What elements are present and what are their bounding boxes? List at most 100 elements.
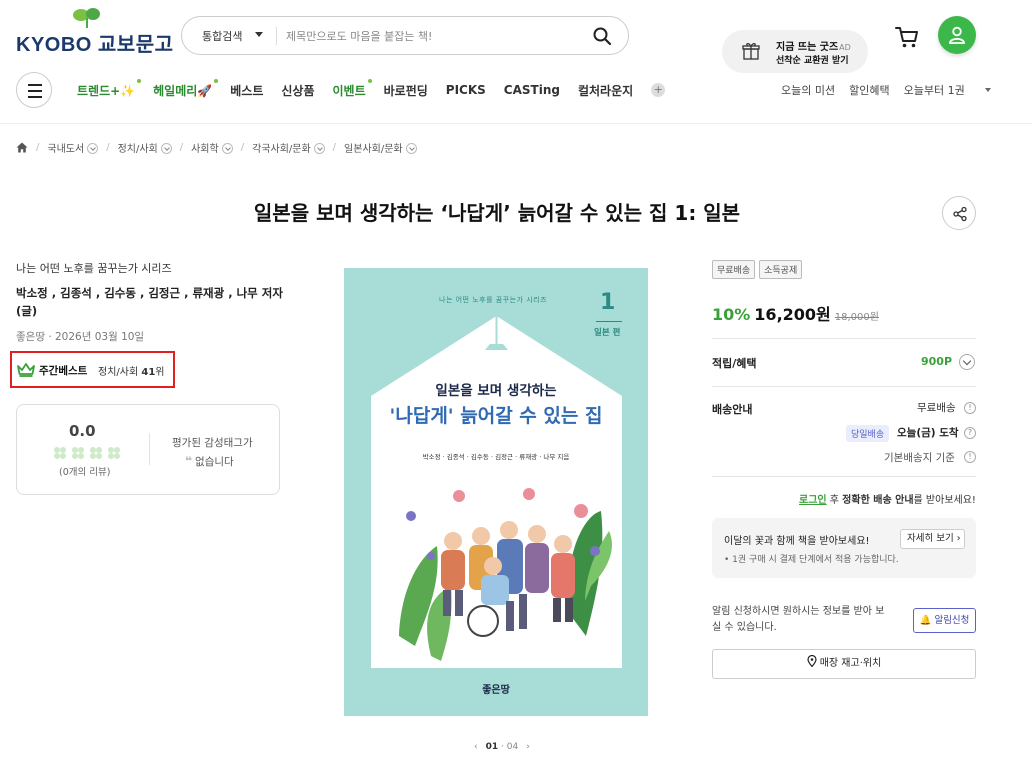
main-nav: 트렌드+✨ 헤일메리🚀 베스트 신상품 이벤트 바로펀딩 PICKS CASTing 컬처라운지… <box>77 78 666 99</box>
emotion-tag-empty: ❝ 없습니다 <box>185 454 234 468</box>
breadcrumb-item[interactable]: 사회학 <box>191 140 233 155</box>
breadcrumb-item[interactable]: 각국사회/문화 <box>252 140 325 155</box>
help-icon[interactable]: ? <box>964 427 976 439</box>
shipping-label: 배송안내 <box>712 403 753 416</box>
author-list[interactable]: 박소정 , 김종석 , 김수동 , 김정근 , 류재광 , 나무 저자(글) <box>16 284 286 320</box>
base-address[interactable]: 기본배송지 기준 <box>884 450 955 465</box>
search-bar: 통합검색 <box>181 16 629 55</box>
clover-icon <box>90 447 102 459</box>
badge-tax-deduction: 소득공제 <box>759 260 803 279</box>
clover-icon <box>108 447 120 459</box>
menu-button[interactable] <box>16 72 52 108</box>
emotion-tag-text: 평가된 감성태그가 <box>172 437 253 449</box>
product-title: 일본을 보며 생각하는 ‘나답게’ 늙어갈 수 있는 집 1: 일본 <box>253 201 741 225</box>
flower-promo-box: 이달의 꽃과 함께 책을 받아보세요! • 1권 구매 시 결제 단계에서 적용… <box>712 518 976 578</box>
goods-promo-banner[interactable]: 지금 뜨는 굿즈AD 선착순 교환권 받기 <box>722 30 868 73</box>
chevron-down-icon[interactable] <box>313 143 325 154</box>
flower-details-button[interactable]: 자세히 보기 › <box>900 529 965 549</box>
bell-icon: 🔔 <box>919 615 932 626</box>
prev-arrow-icon[interactable]: ‹ <box>474 742 478 752</box>
cover-volume-number: 1 <box>600 290 616 315</box>
nav-item-6[interactable]: PICKS <box>446 83 486 97</box>
kyobo-logo[interactable]: KYOBO 교보문고 <box>16 6 173 56</box>
same-day-badge: 당일배송 <box>846 425 890 442</box>
points-label: 적립/혜택 <box>712 357 757 370</box>
shipping-divider <box>712 476 976 477</box>
share-button[interactable] <box>942 196 976 230</box>
nav-more-button[interactable]: + <box>651 83 666 97</box>
promo-subtitle: 선착순 교환권 받기 <box>776 56 849 66</box>
nav-item-2[interactable]: 베스트 <box>230 82 263 99</box>
promo-title: 지금 뜨는 굿즈AD <box>776 42 851 53</box>
nav-item-0[interactable]: 트렌드+✨ <box>77 78 142 99</box>
location-pin-icon <box>807 654 817 668</box>
cover-house-illustration <box>371 316 622 668</box>
user-icon <box>949 26 965 44</box>
nav-item-7[interactable]: CASTing <box>504 83 560 97</box>
nav-item-5[interactable]: 바로펀딩 <box>384 82 428 99</box>
next-arrow-icon[interactable]: › <box>526 742 530 752</box>
logo-sprout-icon <box>73 8 100 28</box>
nav-item-1[interactable]: 헤일메리🚀 <box>153 78 219 99</box>
chevron-down-icon[interactable] <box>160 143 172 154</box>
review-summary[interactable]: 0.0 (0개의 리뷰) 평가된 감성태그가 ❝ 없습니다 <box>16 404 280 495</box>
nav-item-3[interactable]: 신상품 <box>281 82 314 99</box>
store-stock-button[interactable]: 매장 재고·위치 <box>712 649 976 679</box>
chevron-down-icon[interactable] <box>405 143 417 154</box>
review-divider <box>149 433 150 465</box>
price-block: 10% 16,200원 18,000원 <box>712 301 879 325</box>
flower-promo-note: • 1권 구매 시 결제 단계에서 적용 가능합니다. <box>724 555 899 565</box>
cover-title-line2: '나답게' 늙어갈 수 있는 집 <box>389 405 603 427</box>
logo-text: KYOBO 교보문고 <box>16 34 174 56</box>
nav-item-4[interactable]: 이벤트 <box>332 78 372 99</box>
bestseller-badge[interactable]: 주간베스트 정치/사회 41위 <box>10 351 175 388</box>
cart-icon[interactable] <box>894 24 920 50</box>
search-type-select[interactable]: 통합검색 <box>202 28 242 44</box>
flower-promo-title: 이달의 꽃과 함께 책을 받아보세요! <box>724 536 870 547</box>
points-value: 900P <box>921 355 953 368</box>
quote-icon: ❝ <box>185 454 193 468</box>
nav-today-one-book[interactable]: 오늘부터 1권 <box>904 82 991 98</box>
review-count: (0개의 리뷰) <box>59 467 111 478</box>
gift-icon <box>742 43 760 60</box>
header-divider <box>0 123 1032 124</box>
points-expand-button[interactable] <box>959 354 975 370</box>
alarm-request-button[interactable]: 🔔 알림신청 <box>913 608 976 633</box>
series-link[interactable]: 나는 어떤 노후를 꿈꾸는가 시리즈 <box>16 260 172 276</box>
alarm-description: 알림 신청하시면 원하시는 정보를 받아 보실 수 있습니다. <box>712 606 885 633</box>
cover-pager: ‹ 01 · 04 › <box>474 742 530 752</box>
cover-title-line1: 일본을 보며 생각하는 <box>435 383 557 399</box>
points-divider <box>712 386 976 387</box>
user-account-button[interactable] <box>938 16 976 54</box>
nav-item-8[interactable]: 컬처라운지 <box>578 82 633 99</box>
login-note: 로그인 후 정확한 배송 안내를 받아보세요! <box>799 495 976 506</box>
sale-price: 16,200원 <box>754 305 831 324</box>
breadcrumb: / 국내도서 / 정치/사회 / 사회학 / 각국사회/문화 / 일본사회/문화 <box>16 140 417 155</box>
search-divider <box>276 27 277 45</box>
breadcrumb-item[interactable]: 정치/사회 <box>118 140 172 155</box>
chevron-down-icon <box>255 32 263 37</box>
clover-icon <box>54 447 66 459</box>
utility-nav: 오늘의 미션 할인혜택 오늘부터 1권 <box>781 82 1005 98</box>
info-icon[interactable]: ! <box>964 451 976 463</box>
original-price: 18,000원 <box>834 312 879 323</box>
nav-discount[interactable]: 할인혜택 <box>849 82 889 98</box>
shipping-free: 무료배송 <box>917 402 956 414</box>
crown-icon <box>17 363 35 377</box>
login-link[interactable]: 로그인 <box>799 495 827 506</box>
breadcrumb-item[interactable]: 국내도서 <box>47 140 99 155</box>
info-icon[interactable]: ! <box>964 402 976 414</box>
breadcrumb-item[interactable]: 일본사회/문화 <box>344 140 417 155</box>
chevron-down-icon[interactable] <box>221 143 233 154</box>
book-cover[interactable]: 나는 어떤 노후를 꿈꾸는가 시리즈 1 일본 편 일본을 보며 생각하는 '나… <box>344 268 648 716</box>
cover-series: 나는 어떤 노후를 꿈꾸는가 시리즈 <box>439 296 548 304</box>
nav-today-mission[interactable]: 오늘의 미션 <box>781 82 835 98</box>
rating-score: 0.0 <box>69 422 96 440</box>
chevron-down-icon[interactable] <box>87 143 99 154</box>
bestseller-label: 주간베스트 <box>39 365 88 377</box>
search-input[interactable] <box>286 26 576 46</box>
search-icon[interactable] <box>592 26 612 46</box>
home-icon[interactable] <box>16 142 28 153</box>
arrival-date: 오늘(금) 도착 <box>897 427 959 439</box>
price-divider <box>712 338 976 339</box>
